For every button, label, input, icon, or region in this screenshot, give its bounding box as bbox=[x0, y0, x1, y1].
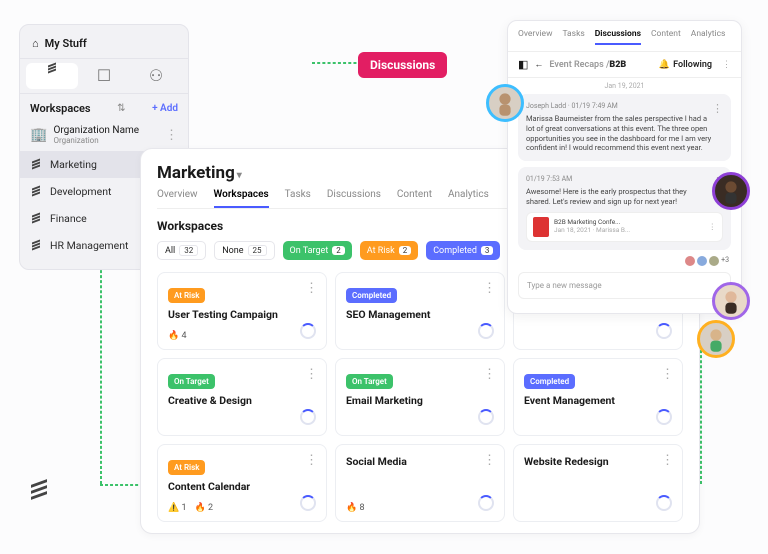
chevron-down-icon: ▾ bbox=[237, 170, 242, 181]
reactions[interactable]: +3 bbox=[520, 256, 729, 266]
card-user-testing-campaign[interactable]: At RiskUser Testing Campaign⋮🔥 4 bbox=[157, 272, 327, 350]
app-icon: ◧ bbox=[518, 58, 528, 71]
msg-more-icon[interactable]: ⋮ bbox=[712, 102, 723, 116]
progress-ring bbox=[478, 409, 494, 425]
card-email-marketing[interactable]: On TargetEmail Marketing⋮ bbox=[335, 358, 505, 436]
my-stuff-header[interactable]: ⌂My Stuff bbox=[20, 33, 188, 58]
people-tab[interactable]: ⚇ bbox=[130, 63, 182, 89]
card-more-icon[interactable]: ⋮ bbox=[661, 453, 674, 468]
tab-overview[interactable]: Overview bbox=[157, 189, 198, 208]
avatar-3[interactable] bbox=[712, 282, 750, 320]
progress-ring bbox=[478, 323, 494, 339]
tab-analytics[interactable]: Analytics bbox=[448, 189, 489, 208]
card-social-media[interactable]: Social Media⋮🔥 8 bbox=[335, 444, 505, 522]
follow-button[interactable]: 🔔Following bbox=[659, 60, 712, 70]
org-item[interactable]: 🏢 Organization NameOrganization ⋮ bbox=[20, 119, 188, 151]
card-event-management[interactable]: CompletedEvent Management⋮ bbox=[513, 358, 683, 436]
layers-icon bbox=[30, 159, 42, 171]
disc-tab-discussions[interactable]: Discussions bbox=[595, 29, 641, 45]
layers-icon bbox=[30, 186, 42, 198]
back-icon[interactable]: ← bbox=[534, 59, 543, 70]
message-1[interactable]: ⋮ Joseph Ladd · 01/19 7:49 AM Marissa Ba… bbox=[518, 94, 731, 161]
progress-ring bbox=[656, 495, 672, 511]
avatar-2[interactable] bbox=[712, 172, 750, 210]
disc-header: ◧ ← Event Recaps /B2B 🔔Following ⋮ bbox=[508, 52, 741, 78]
org-more-icon[interactable]: ⋮ bbox=[165, 128, 178, 143]
disc-tabs: Overview Tasks Discussions Content Analytics bbox=[508, 21, 741, 52]
filter-completed[interactable]: Completed3 bbox=[426, 241, 500, 260]
card-seo-management[interactable]: CompletedSEO Management⋮ bbox=[335, 272, 505, 350]
tab-discussions[interactable]: Discussions bbox=[327, 189, 381, 208]
progress-ring bbox=[300, 323, 316, 339]
sidebar-view-tabs: ☐ ⚇ bbox=[20, 58, 188, 94]
layers-icon bbox=[30, 213, 42, 225]
card-more-icon[interactable]: ⋮ bbox=[305, 281, 318, 296]
card-more-icon[interactable]: ⋮ bbox=[483, 453, 496, 468]
workspaces-label: Workspaces bbox=[30, 102, 91, 115]
layers-tab[interactable] bbox=[26, 63, 78, 89]
add-workspace-button[interactable]: + Add bbox=[152, 103, 178, 114]
layers-icon bbox=[30, 240, 42, 252]
home-icon: ⌂ bbox=[32, 37, 39, 50]
attach-more-icon[interactable]: ⋮ bbox=[709, 222, 717, 232]
message-2[interactable]: ⋮ 01/19 7:53 AM Awesome! Here is the ear… bbox=[518, 167, 731, 250]
disc-tab-tasks[interactable]: Tasks bbox=[562, 29, 584, 45]
discussions-callout-label: Discussions bbox=[358, 52, 447, 78]
org-icon: 🏢 bbox=[30, 127, 47, 143]
disc-tab-overview[interactable]: Overview bbox=[518, 29, 552, 45]
card-more-icon[interactable]: ⋮ bbox=[483, 281, 496, 296]
date-divider: Jan 19, 2021 bbox=[508, 78, 741, 94]
disc-tab-content[interactable]: Content bbox=[651, 29, 681, 45]
pdf-icon bbox=[533, 217, 549, 237]
breadcrumb[interactable]: Event Recaps /B2B bbox=[549, 60, 626, 70]
card-more-icon[interactable]: ⋮ bbox=[305, 367, 318, 382]
disc-tab-analytics[interactable]: Analytics bbox=[691, 29, 726, 45]
tab-content[interactable]: Content bbox=[397, 189, 432, 208]
more-icon[interactable]: ⋮ bbox=[722, 60, 731, 70]
card-content-calendar[interactable]: At RiskContent Calendar⋮⚠️ 1🔥 2 bbox=[157, 444, 327, 522]
bookmark-tab[interactable]: ☐ bbox=[78, 63, 130, 89]
message-input[interactable]: Type a new message bbox=[518, 272, 731, 299]
tab-workspaces[interactable]: Workspaces bbox=[214, 189, 269, 208]
avatar-4[interactable] bbox=[697, 320, 735, 358]
progress-ring bbox=[656, 323, 672, 339]
discussions-panel: Overview Tasks Discussions Content Analytics… bbox=[507, 20, 742, 314]
layers-icon-large[interactable] bbox=[28, 480, 50, 506]
sort-icon[interactable]: ⇅ bbox=[117, 103, 125, 114]
card-more-icon[interactable]: ⋮ bbox=[483, 367, 496, 382]
card-more-icon[interactable]: ⋮ bbox=[305, 453, 318, 468]
filter-on-target[interactable]: On Target2 bbox=[283, 241, 352, 260]
card-creative-design[interactable]: On TargetCreative & Design⋮ bbox=[157, 358, 327, 436]
card-more-icon[interactable]: ⋮ bbox=[661, 367, 674, 382]
progress-ring bbox=[300, 409, 316, 425]
progress-ring bbox=[300, 495, 316, 511]
filter-all[interactable]: All32 bbox=[157, 241, 206, 260]
card-website-redesign[interactable]: Website Redesign⋮ bbox=[513, 444, 683, 522]
attachment[interactable]: B2B Marketing Confe...Jan 18, 2021 · Mar… bbox=[526, 212, 723, 242]
avatar-1[interactable] bbox=[486, 84, 524, 122]
filter-none[interactable]: None25 bbox=[214, 241, 274, 260]
filter-at-risk[interactable]: At Risk2 bbox=[360, 241, 418, 260]
progress-ring bbox=[478, 495, 494, 511]
progress-ring bbox=[656, 409, 672, 425]
bell-icon: 🔔 bbox=[659, 60, 670, 70]
tab-tasks[interactable]: Tasks bbox=[285, 189, 311, 208]
